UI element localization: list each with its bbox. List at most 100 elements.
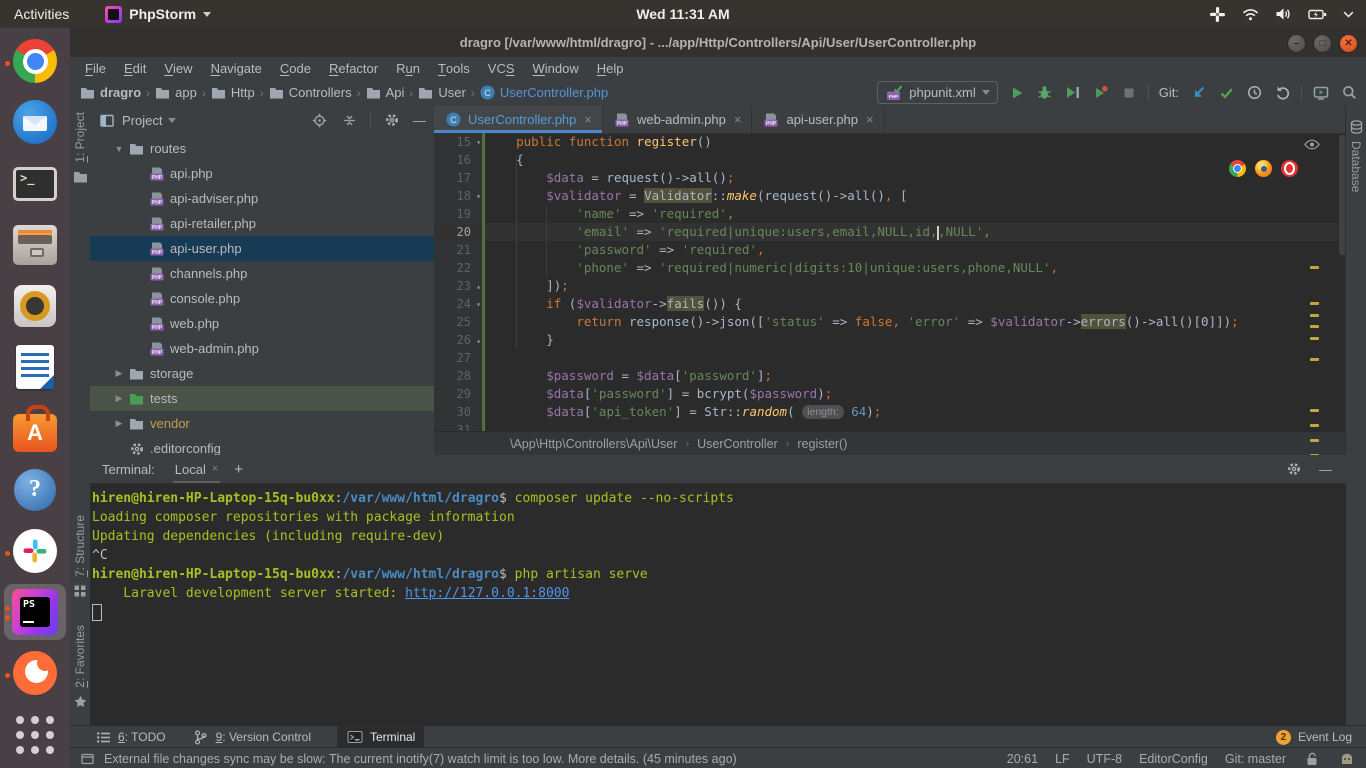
gutter-line[interactable]: 21 bbox=[434, 241, 486, 259]
app-title-menu[interactable]: PhpStorm bbox=[105, 6, 211, 23]
dock-item-rhythmbox[interactable] bbox=[4, 278, 66, 334]
collapse-all-icon[interactable] bbox=[340, 111, 358, 129]
dock-item-software[interactable]: A bbox=[4, 401, 66, 457]
dock-item-thunderbird[interactable] bbox=[4, 94, 66, 150]
terminal-link[interactable]: http://127.0.0.1:8000 bbox=[405, 586, 569, 601]
status-widget-lf[interactable]: LF bbox=[1055, 752, 1070, 766]
menu-refactor[interactable]: Refactor bbox=[320, 57, 387, 79]
lock-icon[interactable] bbox=[1303, 750, 1321, 768]
tool-button-database[interactable]: Database bbox=[1346, 118, 1366, 192]
gutter-line[interactable]: 29 bbox=[434, 385, 486, 403]
tab-web-admin.php[interactable]: PHPweb-admin.php× bbox=[603, 106, 752, 133]
git-history-button[interactable] bbox=[1245, 84, 1263, 102]
menu-vcs[interactable]: VCS bbox=[479, 57, 524, 79]
menu-view[interactable]: View bbox=[155, 57, 201, 79]
close-icon[interactable]: × bbox=[866, 112, 874, 127]
opera-browser-icon[interactable] bbox=[1281, 160, 1298, 177]
activities-button[interactable]: Activities bbox=[0, 0, 83, 28]
menu-file[interactable]: File bbox=[76, 57, 115, 79]
dock-item-terminal[interactable]: >_ bbox=[4, 156, 66, 212]
editor-gutter[interactable]: 15▾161718▾1920212223▴24▾2526▴2728293031 bbox=[434, 133, 486, 432]
gutter-line[interactable]: 22 bbox=[434, 259, 486, 277]
dock-item-chrome[interactable] bbox=[4, 33, 66, 89]
tool-button-structure[interactable]: 7: Structure bbox=[70, 515, 90, 600]
menu-edit[interactable]: Edit bbox=[115, 57, 155, 79]
tree-item-api.php[interactable]: PHPapi.php bbox=[90, 161, 434, 186]
menu-code[interactable]: Code bbox=[271, 57, 320, 79]
editor-breadcrumb-item[interactable]: \App\Http\Controllers\Api\User bbox=[510, 437, 677, 451]
debug-button[interactable] bbox=[1036, 84, 1054, 102]
editor-breadcrumb-item[interactable]: register() bbox=[797, 437, 847, 451]
menu-navigate[interactable]: Navigate bbox=[202, 57, 271, 79]
tree-item-web.php[interactable]: PHPweb.php bbox=[90, 311, 434, 336]
dock-item-slack[interactable] bbox=[4, 523, 66, 579]
dock-item-writer[interactable] bbox=[4, 339, 66, 395]
system-tray[interactable] bbox=[1209, 6, 1354, 23]
window-title-bar[interactable]: dragro [/var/www/html/dragro] - .../app/… bbox=[70, 28, 1366, 58]
warning-stripe-mark[interactable] bbox=[1310, 266, 1319, 269]
rerun-button[interactable] bbox=[1092, 84, 1110, 102]
run-button[interactable] bbox=[1008, 84, 1026, 102]
new-terminal-session-button[interactable]: + bbox=[234, 461, 243, 478]
warning-stripe-mark[interactable] bbox=[1310, 409, 1319, 412]
status-widget-utf-8[interactable]: UTF-8 bbox=[1087, 752, 1122, 766]
hide-panel-icon[interactable]: — bbox=[1319, 462, 1332, 477]
close-icon[interactable]: × bbox=[584, 112, 592, 127]
warning-stripe-mark[interactable] bbox=[1310, 314, 1319, 317]
gutter-line[interactable]: 27 bbox=[434, 349, 486, 367]
tree-item-channels.php[interactable]: PHPchannels.php bbox=[90, 261, 434, 286]
run-with-coverage-button[interactable] bbox=[1064, 84, 1082, 102]
git-commit-button[interactable] bbox=[1217, 84, 1235, 102]
hector-inspections-icon[interactable] bbox=[1338, 750, 1356, 768]
menu-window[interactable]: Window bbox=[524, 57, 588, 79]
gutter-line[interactable]: 16 bbox=[434, 151, 486, 169]
tool-button-todo[interactable]: 6: TODO bbox=[94, 728, 166, 746]
gutter-line[interactable]: 24▾ bbox=[434, 295, 486, 313]
tree-item-web-admin.php[interactable]: PHPweb-admin.php bbox=[90, 336, 434, 361]
gutter-line[interactable]: 19 bbox=[434, 205, 486, 223]
dock-item-postman[interactable] bbox=[4, 645, 66, 701]
menu-run[interactable]: Run bbox=[387, 57, 429, 79]
tool-button-project[interactable]: 1: Project bbox=[70, 112, 90, 186]
gutter-line[interactable]: 18▾ bbox=[434, 187, 486, 205]
select-opened-file-icon[interactable] bbox=[310, 111, 328, 129]
gutter-line[interactable]: 28 bbox=[434, 367, 486, 385]
tab-usercontroller.php[interactable]: CUserController.php× bbox=[434, 106, 603, 133]
battery-icon[interactable] bbox=[1308, 8, 1327, 21]
volume-icon[interactable] bbox=[1275, 7, 1292, 21]
gutter-line[interactable]: 20 bbox=[434, 223, 486, 241]
warning-stripe-mark[interactable] bbox=[1310, 325, 1319, 328]
warning-stripe-mark[interactable] bbox=[1310, 424, 1319, 427]
project-view-select[interactable]: Project bbox=[98, 111, 310, 129]
wifi-icon[interactable] bbox=[1242, 8, 1259, 21]
firefox-browser-icon[interactable] bbox=[1255, 160, 1272, 177]
editor-breadcrumb-item[interactable]: UserController bbox=[697, 437, 778, 451]
breadcrumb-item-api[interactable]: Api bbox=[366, 85, 405, 100]
tool-button-favorites[interactable]: 2: Favorites bbox=[70, 625, 90, 711]
tree-item-api-adviser.php[interactable]: PHPapi-adviser.php bbox=[90, 186, 434, 211]
terminal-tab-local[interactable]: Local × bbox=[173, 455, 221, 483]
tool-button-versioncontrol[interactable]: 9: Version Control bbox=[192, 728, 311, 746]
warning-stripe-mark[interactable] bbox=[1310, 439, 1319, 442]
gutter-line[interactable]: 30 bbox=[434, 403, 486, 421]
breadcrumb-item-dragro[interactable]: dragro bbox=[80, 85, 141, 100]
breadcrumb-item-controllers[interactable]: Controllers bbox=[269, 85, 352, 100]
menu-tools[interactable]: Tools bbox=[429, 57, 479, 79]
dock-item-appgrid[interactable] bbox=[4, 707, 66, 763]
menu-help[interactable]: Help bbox=[588, 57, 633, 79]
terminal-output[interactable]: hiren@hiren-HP-Laptop-15q-bu0xx:/var/www… bbox=[92, 489, 1346, 725]
run-configuration-select[interactable]: PHP phpunit.xml bbox=[877, 81, 997, 104]
gutter-line[interactable]: 23▴ bbox=[434, 277, 486, 295]
gutter-line[interactable]: 25 bbox=[434, 313, 486, 331]
slack-icon[interactable] bbox=[1209, 6, 1226, 23]
warning-stripe-mark[interactable] bbox=[1310, 358, 1319, 361]
hide-panel-icon[interactable]: — bbox=[413, 113, 426, 128]
breadcrumb-item-http[interactable]: Http bbox=[211, 85, 255, 100]
tree-item-tests[interactable]: ▶tests bbox=[90, 386, 434, 411]
git-rollback-button[interactable] bbox=[1273, 84, 1291, 102]
run-anything-button[interactable] bbox=[1312, 84, 1330, 102]
status-widget-20-61[interactable]: 20:61 bbox=[1007, 752, 1038, 766]
warning-stripe-mark[interactable] bbox=[1310, 302, 1319, 305]
gear-icon[interactable] bbox=[1285, 460, 1303, 478]
git-update-button[interactable] bbox=[1189, 84, 1207, 102]
